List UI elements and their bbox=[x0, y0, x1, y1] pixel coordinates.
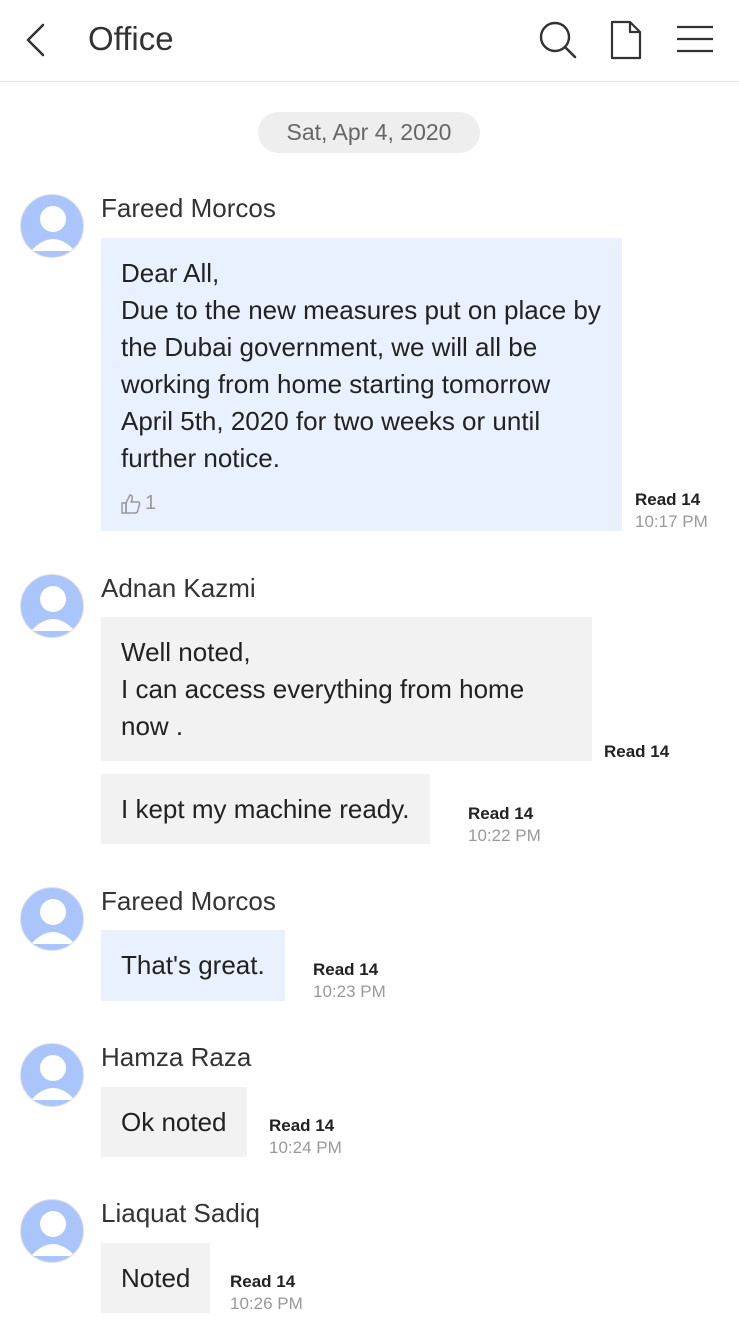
message-meta: Read 14 10:17 PM bbox=[635, 489, 708, 533]
files-button[interactable] bbox=[604, 16, 648, 64]
message-meta: Read 14 bbox=[604, 741, 669, 763]
message-time: 10:26 PM bbox=[230, 1294, 303, 1313]
message-text: Noted bbox=[121, 1263, 191, 1293]
avatar[interactable] bbox=[20, 574, 84, 638]
message-meta: Read 14 10:23 PM bbox=[313, 959, 386, 1003]
user-icon bbox=[31, 899, 75, 944]
read-receipt[interactable]: Read 14 bbox=[313, 959, 386, 981]
user-icon bbox=[31, 1211, 75, 1256]
message-time: 10:17 PM bbox=[635, 512, 708, 531]
date-separator: Sat, Apr 4, 2020 bbox=[258, 112, 480, 153]
sender-name: Fareed Morcos bbox=[101, 193, 276, 223]
avatar[interactable] bbox=[20, 194, 84, 258]
search-icon bbox=[539, 21, 577, 59]
sender-name: Liaquat Sadiq bbox=[101, 1198, 261, 1228]
message-text: Dear All, Due to the new measures put on… bbox=[121, 258, 601, 473]
user-icon bbox=[31, 1055, 75, 1100]
read-receipt[interactable]: Read 14 bbox=[604, 741, 669, 763]
read-receipt[interactable]: Read 14 bbox=[468, 803, 541, 825]
read-receipt[interactable]: Read 14 bbox=[269, 1115, 342, 1137]
thumbs-up-icon bbox=[121, 493, 141, 514]
message-time: 10:23 PM bbox=[313, 982, 386, 1001]
message-bubble[interactable]: Well noted, I can access everything from… bbox=[101, 617, 592, 761]
menu-icon bbox=[677, 25, 713, 53]
message-bubble[interactable]: Noted bbox=[101, 1243, 211, 1313]
message-time: 10:22 PM bbox=[468, 826, 541, 845]
user-icon bbox=[31, 206, 75, 251]
message-meta: Read 14 10:24 PM bbox=[269, 1115, 342, 1159]
top-bar: Office bbox=[0, 0, 739, 82]
chat-title: Office bbox=[88, 20, 174, 57]
back-button[interactable] bbox=[18, 18, 54, 62]
message-bubble[interactable]: Ok noted bbox=[101, 1087, 247, 1157]
read-receipt[interactable]: Read 14 bbox=[635, 489, 708, 511]
user-icon bbox=[31, 586, 75, 631]
read-receipt[interactable]: Read 14 bbox=[230, 1271, 303, 1293]
message-text: Ok noted bbox=[121, 1107, 227, 1137]
avatar[interactable] bbox=[20, 1199, 84, 1263]
avatar[interactable] bbox=[20, 887, 84, 951]
message-bubble[interactable]: I kept my machine ready. bbox=[101, 774, 430, 844]
sender-name: Fareed Morcos bbox=[101, 886, 276, 916]
menu-button[interactable] bbox=[673, 16, 717, 64]
message-bubble[interactable]: Dear All, Due to the new measures put on… bbox=[101, 238, 622, 531]
message-meta: Read 14 10:22 PM bbox=[468, 803, 541, 847]
message-text: I kept my machine ready. bbox=[121, 794, 410, 824]
sender-name: Adnan Kazmi bbox=[101, 573, 256, 603]
message-text: That's great. bbox=[121, 950, 265, 980]
search-button[interactable] bbox=[535, 16, 579, 64]
message-meta: Read 14 10:26 PM bbox=[230, 1271, 303, 1315]
chevron-left-icon bbox=[26, 23, 45, 57]
avatar[interactable] bbox=[20, 1043, 84, 1107]
like-count: 1 bbox=[145, 492, 157, 514]
message-time: 10:24 PM bbox=[269, 1138, 342, 1157]
sender-name: Hamza Raza bbox=[101, 1042, 252, 1072]
message-bubble[interactable]: That's great. bbox=[101, 930, 285, 1001]
message-text: Well noted, I can access everything from… bbox=[121, 637, 525, 741]
file-icon bbox=[610, 20, 642, 60]
like-button[interactable]: 1 bbox=[120, 492, 156, 515]
